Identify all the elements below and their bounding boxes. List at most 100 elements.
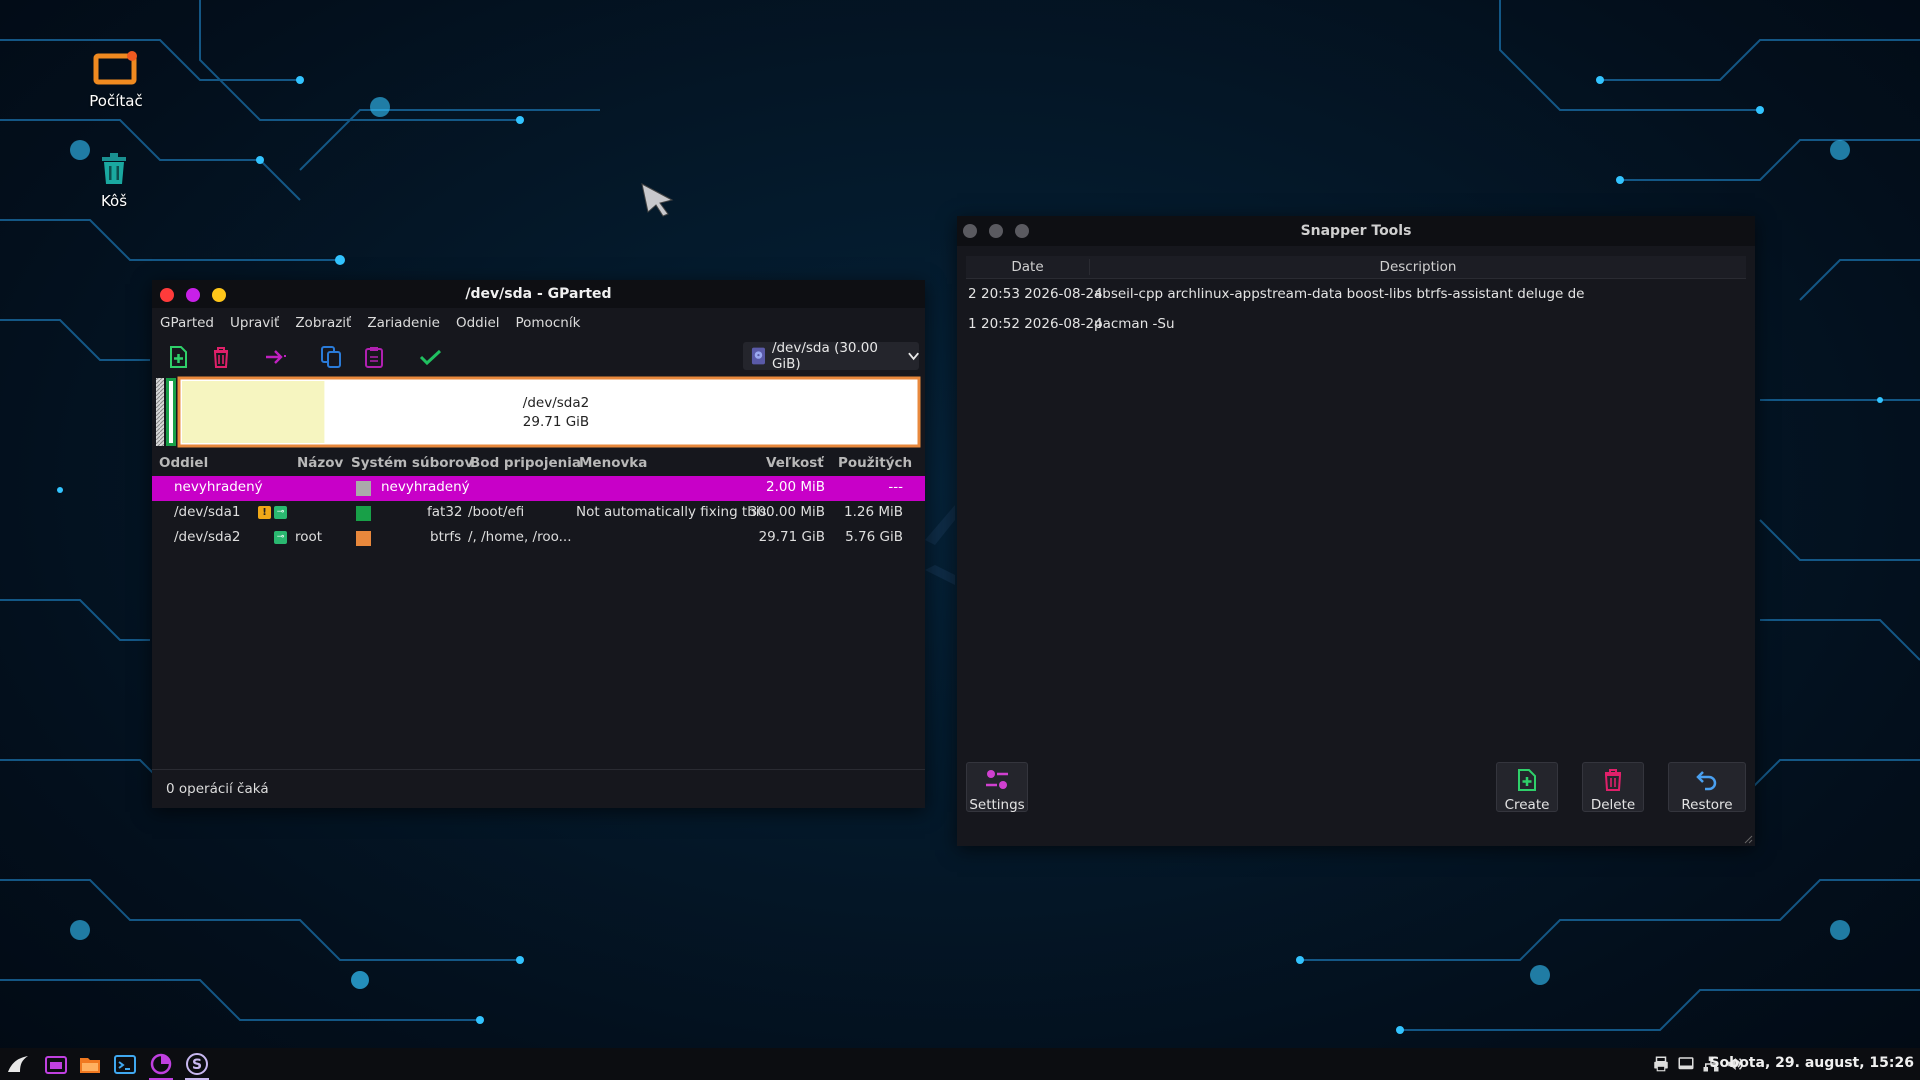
undo-arrow-icon (1696, 771, 1717, 791)
restore-button[interactable]: Restore (1668, 762, 1746, 813)
chevron-down-icon (908, 352, 919, 361)
desktop-icon-trash[interactable]: Kôš (59, 148, 169, 210)
table-row[interactable]: nevyhradený nevyhradený 2.00 MiB --- (152, 476, 925, 501)
cell-partition: /dev/sda2 (174, 529, 241, 545)
key-icon: ⊸ (274, 531, 287, 544)
clock[interactable]: Sobota, 29. august, 15:26 (1709, 1055, 1914, 1071)
snapshot-number: 2 (968, 286, 977, 302)
cell-filesystem: fat32 (427, 504, 463, 520)
window-titlebar[interactable]: Snapper Tools (957, 216, 1755, 246)
delete-button-label: Delete (1590, 797, 1636, 813)
col-filesystem[interactable]: Systém súborov (351, 455, 473, 471)
table-row[interactable]: /dev/sda2 ⊸ root btrfs /, /home, /roo...… (152, 526, 925, 551)
folder-icon[interactable] (78, 1052, 102, 1076)
printer-icon[interactable] (1652, 1052, 1670, 1076)
table-row[interactable]: /dev/sda1 ! ⊸ fat32 /boot/efi Not automa… (152, 501, 925, 526)
trash-icon (1604, 769, 1622, 791)
snapshot-date: 20:53 2026-08-24 (981, 286, 1103, 302)
fs-color-swatch (356, 481, 371, 496)
fs-color-swatch (356, 531, 371, 546)
unallocated-segment[interactable] (156, 378, 164, 446)
trash-icon (102, 153, 126, 184)
device-selector[interactable]: /dev/sda (30.00 GiB) (743, 340, 919, 372)
col-size[interactable]: Veľkosť (766, 455, 824, 471)
paste-icon[interactable] (362, 345, 386, 369)
cell-mountpoint: /boot/efi (468, 504, 525, 520)
resize-move-icon[interactable] (264, 345, 288, 369)
col-label[interactable]: Menovka (579, 455, 647, 471)
gparted-taskbar-icon[interactable] (149, 1052, 173, 1076)
copy-icon[interactable] (319, 345, 343, 369)
window-title: /dev/sda - GParted (465, 286, 612, 302)
cell-size: 300.00 MiB (748, 504, 825, 520)
snapper-taskbar-icon[interactable]: S (185, 1052, 209, 1076)
terminal-icon[interactable] (113, 1052, 137, 1076)
svg-text:S: S (192, 1057, 202, 1073)
window-title: Snapper Tools (1300, 223, 1412, 239)
disk-partition-map: /dev/sda2 29.71 GiB (156, 376, 921, 448)
device-label: /dev/sda (30.00 GiB) (771, 340, 878, 372)
window-titlebar[interactable]: /dev/sda - GParted (152, 280, 925, 308)
menu-partition[interactable]: Oddiel (456, 315, 500, 331)
snapper-window: Snapper Tools Date Description 2 20:53 2… (957, 216, 1755, 846)
warning-icon: ! (258, 506, 271, 519)
settings-button[interactable]: Settings (966, 762, 1028, 813)
snapshot-row[interactable]: 1 20:52 2026-08-24 pacman -Su (966, 310, 1746, 338)
menu-device[interactable]: Zariadenie (367, 315, 440, 331)
fs-color-swatch (356, 506, 371, 521)
cell-partition: /dev/sda1 (174, 504, 241, 520)
snapshot-number: 1 (968, 316, 977, 332)
sda2-used-fill (182, 381, 325, 443)
menubar: GParted Upraviť Zobraziť Zariadenie Oddi… (152, 308, 925, 338)
snapshot-list: Date Description 2 20:53 2026-08-24 abse… (966, 256, 1746, 772)
col-partition[interactable]: Oddiel (159, 455, 208, 471)
create-button[interactable]: Create (1496, 762, 1558, 813)
delete-partition-icon[interactable] (209, 345, 233, 369)
gparted-window: /dev/sda - GParted GParted Upraviť Zobra… (152, 280, 925, 808)
diskmap-partition-label: /dev/sda2 (523, 395, 589, 411)
cell-filesystem: btrfs (430, 529, 462, 545)
settings-sliders-icon (986, 770, 1008, 789)
status-bar: 0 operácií čaká (152, 769, 925, 808)
toolbar: /dev/sda (30.00 GiB) (152, 338, 925, 376)
col-used[interactable]: Použitých (838, 455, 912, 471)
cell-filesystem: nevyhradený (381, 479, 470, 495)
col-name[interactable]: Názov (297, 455, 343, 471)
key-icon: ⊸ (274, 506, 287, 519)
mouse-cursor-icon (641, 183, 674, 217)
file-manager-icon[interactable] (44, 1052, 68, 1076)
harddisk-icon (751, 347, 766, 365)
cell-size: 2.00 MiB (765, 479, 825, 495)
cell-partition: nevyhradený (174, 479, 263, 495)
resize-grip-icon[interactable] (1743, 834, 1753, 844)
desktop-icon-label: Kôš (100, 192, 128, 210)
snapshot-row[interactable]: 2 20:53 2026-08-24 abseil-cpp archlinux-… (966, 280, 1746, 308)
col-date[interactable]: Date (966, 259, 1090, 275)
start-menu-icon[interactable] (6, 1052, 30, 1076)
cell-used: 1.26 MiB (843, 504, 903, 520)
col-description[interactable]: Description (1090, 259, 1746, 275)
partition-table-header: Oddiel Názov Systém súborov Bod pripojen… (152, 452, 925, 474)
delete-button[interactable]: Delete (1582, 762, 1644, 813)
cell-label: Not automatically fixing this. (576, 504, 771, 520)
new-partition-icon[interactable] (166, 345, 190, 369)
snapshot-description: abseil-cpp archlinux-appstream-data boos… (1094, 286, 1585, 302)
desktop-icon-computer[interactable]: Počítač (61, 48, 171, 110)
apply-icon[interactable] (418, 345, 442, 369)
diskmap-partition-size: 29.71 GiB (523, 414, 589, 430)
create-button-label: Create (1504, 797, 1550, 813)
cell-name: root (295, 529, 323, 545)
cell-used: 5.76 GiB (845, 529, 903, 545)
col-mountpoint[interactable]: Bod pripojenia (470, 455, 581, 471)
restore-button-label: Restore (1681, 797, 1733, 813)
menu-view[interactable]: Zobraziť (295, 315, 351, 331)
cell-mountpoint: /, /home, /roo... (468, 529, 572, 545)
menu-edit[interactable]: Upraviť (230, 315, 279, 331)
menu-gparted[interactable]: GParted (160, 315, 214, 331)
computer-icon (93, 51, 137, 85)
menu-help[interactable]: Pomocník (516, 315, 581, 331)
display-icon[interactable] (1677, 1052, 1695, 1076)
pending-operations: 0 operácií čaká (166, 781, 269, 797)
snapshot-date: 20:52 2026-08-24 (981, 316, 1103, 332)
snapshot-list-header: Date Description (966, 256, 1746, 279)
